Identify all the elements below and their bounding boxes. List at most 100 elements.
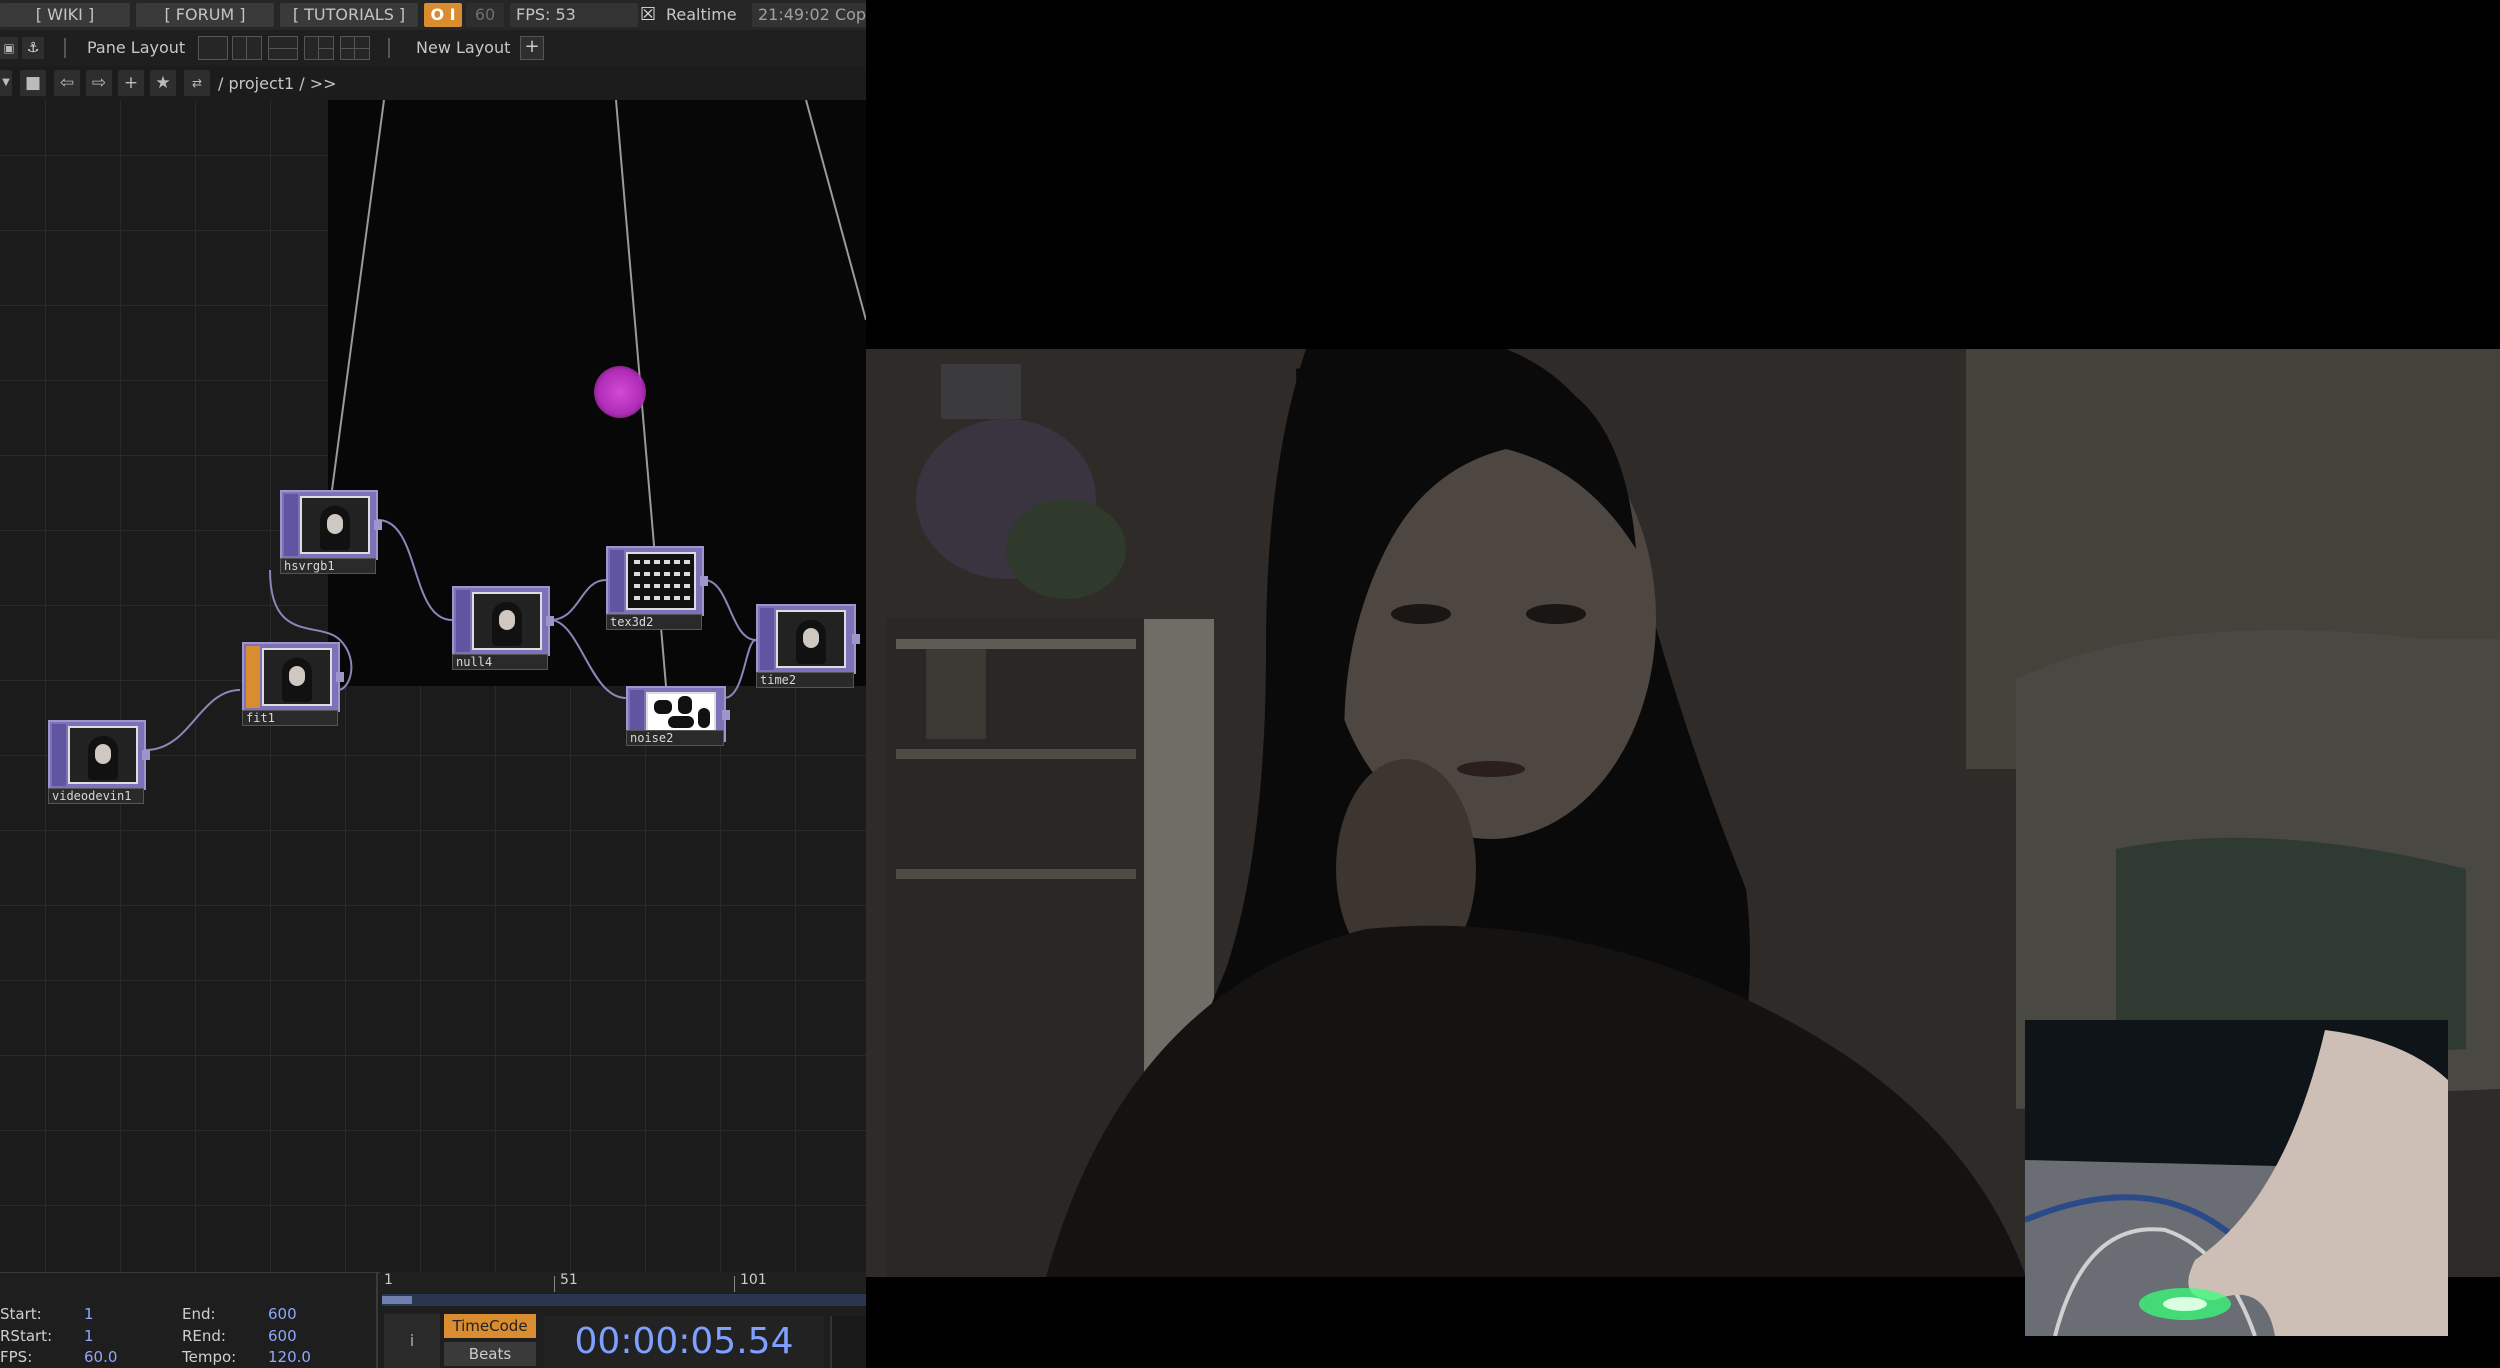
divider — [64, 38, 66, 58]
viewer-letterbox-top — [866, 0, 2500, 349]
node-null4[interactable] — [452, 586, 554, 656]
beats-toggle-button[interactable]: Beats — [444, 1342, 536, 1366]
node-videodevin1[interactable] — [48, 720, 150, 790]
wire — [331, 100, 385, 491]
network-path-bar: ▼ ■ ⇦ ⇨ + ★ ⇄ / project1 / >> — [0, 66, 866, 101]
wiki-button[interactable]: [ WIKI ] — [0, 3, 130, 27]
network-canvas[interactable]: hsvrgb1 fit1 videodevin1 null4 tex3d2 no… — [0, 100, 866, 1272]
timecode-display: 00:00:05.54 — [544, 1316, 824, 1368]
network-editor: [ WIKI ] [ FORUM ] [ TUTORIALS ] O I 60 … — [0, 0, 866, 1368]
tick-mark — [554, 1276, 555, 1292]
scroll-stub — [830, 1316, 866, 1368]
end-value[interactable]: 600 — [268, 1305, 297, 1323]
output-port[interactable] — [546, 616, 554, 626]
output-port[interactable] — [700, 576, 708, 586]
fps-readout: FPS: 53 — [510, 3, 638, 27]
inset-hand-illustration — [2025, 1020, 2448, 1336]
cursor-indicator — [594, 366, 646, 418]
wire — [145, 689, 241, 751]
wire — [549, 619, 627, 699]
start-value[interactable]: 1 — [84, 1305, 94, 1323]
tutorials-button[interactable]: [ TUTORIALS ] — [280, 3, 418, 27]
node-thumbnail — [626, 552, 696, 610]
image-icon[interactable]: ▣ — [0, 37, 18, 59]
rend-value[interactable]: 600 — [268, 1327, 297, 1345]
input-ports[interactable] — [456, 590, 470, 652]
link-icon[interactable]: ⇄ — [184, 70, 210, 96]
anchor-icon[interactable]: ⚓ — [22, 37, 44, 59]
rstart-value[interactable]: 1 — [84, 1327, 94, 1345]
pane-layout-bar: ▣ ⚓ Pane Layout New Layout + — [0, 30, 866, 66]
frame-ruler[interactable]: 1 51 101 — [380, 1272, 866, 1292]
end-label: End: — [182, 1305, 216, 1323]
fps-value[interactable]: 60.0 — [84, 1348, 117, 1366]
node-label: fit1 — [242, 710, 338, 726]
node-fit1[interactable] — [242, 642, 344, 712]
forum-button[interactable]: [ FORUM ] — [136, 3, 274, 27]
pane-layout-label: Pane Layout — [87, 38, 186, 57]
wire — [549, 579, 607, 621]
new-layout-label: New Layout — [416, 38, 511, 57]
back-arrow-icon[interactable]: ⇦ — [54, 70, 80, 96]
layout-hsplit-icon[interactable] — [268, 36, 298, 60]
layout-quad-icon[interactable] — [340, 36, 370, 60]
forward-arrow-icon[interactable]: ⇨ — [86, 70, 112, 96]
node-thumbnail — [776, 610, 846, 668]
node-tex3d2[interactable] — [606, 546, 708, 616]
node-label: time2 — [756, 672, 854, 688]
output-port[interactable] — [336, 672, 344, 682]
timeline-scrub-bar[interactable] — [382, 1294, 866, 1306]
breadcrumb[interactable]: / project1 / >> — [218, 74, 337, 93]
info-button[interactable]: i — [384, 1314, 440, 1368]
star-icon[interactable]: ★ — [150, 70, 176, 96]
wire — [377, 519, 453, 621]
plus-icon[interactable]: + — [118, 70, 144, 96]
output-port[interactable] — [852, 634, 860, 644]
secondary-video-inset[interactable] — [2025, 1020, 2448, 1336]
output-port[interactable] — [722, 710, 730, 720]
input-ports[interactable] — [760, 608, 774, 670]
node-label: noise2 — [626, 730, 724, 746]
fps-label: FPS: — [0, 1348, 33, 1366]
tick-mark — [734, 1276, 735, 1292]
layout-three-icon[interactable] — [304, 36, 334, 60]
input-ports[interactable] — [284, 494, 298, 556]
node-label: null4 — [452, 654, 548, 670]
playhead[interactable] — [382, 1296, 412, 1304]
output-port[interactable] — [142, 750, 150, 760]
node-label: videodevin1 — [48, 788, 144, 804]
node-hsvrgb1[interactable] — [280, 490, 382, 560]
start-label: Start: — [0, 1305, 42, 1323]
top-menu-bar: [ WIKI ] [ FORUM ] [ TUTORIALS ] O I 60 … — [0, 0, 866, 30]
timecode-toggle-button[interactable]: TimeCode — [444, 1314, 536, 1338]
divider — [388, 38, 390, 58]
clock-readout: 21:49:02 Copy — [752, 3, 866, 27]
wire — [703, 579, 757, 641]
node-thumbnail — [300, 496, 370, 554]
wire — [805, 100, 866, 321]
realtime-label: Realtime — [666, 5, 737, 24]
node-thumbnail — [68, 726, 138, 784]
ruler-tick: 101 — [740, 1272, 767, 1288]
stop-icon[interactable]: ■ — [20, 70, 46, 96]
layout-single-icon[interactable] — [198, 36, 228, 60]
add-layout-button[interactable]: + — [520, 36, 544, 60]
node-thumbnail — [472, 592, 542, 650]
fps-limit-button[interactable]: 60 — [466, 3, 504, 27]
layout-vsplit-icon[interactable] — [232, 36, 262, 60]
input-ports[interactable] — [610, 550, 624, 612]
tempo-value[interactable]: 120.0 — [268, 1348, 311, 1366]
node-time2[interactable] — [756, 604, 860, 674]
wire — [723, 639, 757, 699]
dropdown-icon[interactable]: ▼ — [0, 70, 12, 96]
output-port[interactable] — [374, 520, 382, 530]
input-ports[interactable] — [246, 646, 260, 708]
node-label: tex3d2 — [606, 614, 702, 630]
rend-label: REnd: — [182, 1327, 226, 1345]
realtime-checkbox[interactable]: ☒ — [640, 4, 656, 25]
rstart-label: RStart: — [0, 1327, 53, 1345]
tempo-label: Tempo: — [182, 1348, 237, 1366]
input-ports[interactable] — [52, 724, 66, 786]
node-thumbnail — [262, 648, 332, 706]
oi-toggle-button[interactable]: O I — [424, 3, 462, 27]
